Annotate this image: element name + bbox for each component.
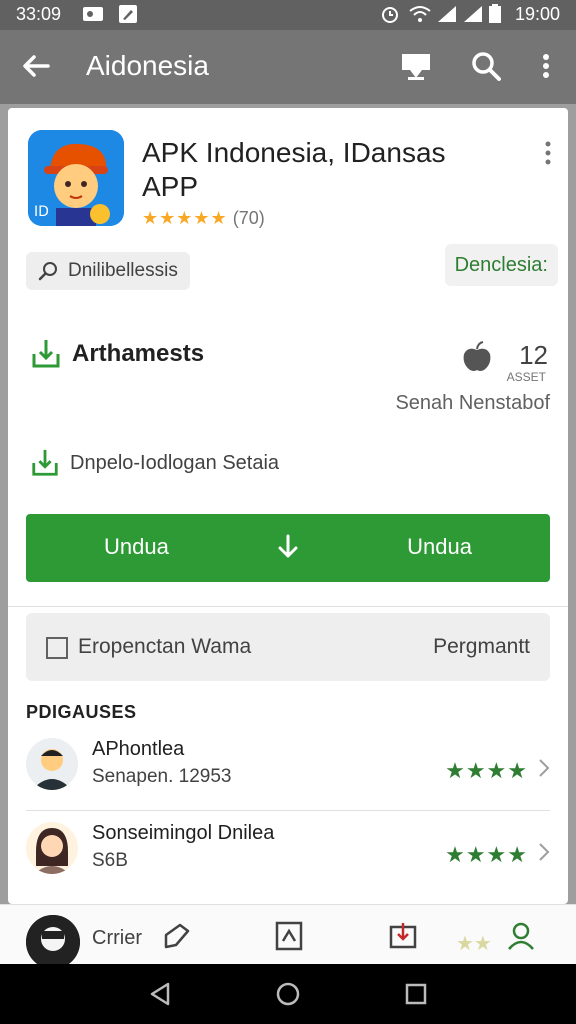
developer-chip-label: Denclesia: — [454, 253, 548, 276]
battery-icon — [488, 4, 502, 29]
download-small-icon — [32, 449, 58, 476]
option-label: Eropenctan Wama — [78, 635, 252, 658]
developer-chip[interactable]: Denclesia: — [444, 244, 558, 286]
app-name: APK Indonesia, IDansas APP — [142, 137, 446, 202]
asset-count: 12 — [519, 340, 548, 370]
rating-row: ★★★★★ (70) — [142, 208, 265, 229]
option-row[interactable]: Eropenctan Wama Pergmantt — [26, 613, 550, 681]
tab-label[interactable]: Crrier — [92, 927, 142, 950]
app-icon[interactable]: ID — [28, 130, 124, 226]
nav-back-icon[interactable] — [146, 980, 174, 1008]
card-overflow-icon[interactable] — [538, 138, 558, 168]
status-bar: 33:09 19:00 — [0, 0, 576, 30]
status-time-left: 33:09 — [16, 4, 62, 24]
download-button-label-left: Undua — [104, 534, 169, 559]
feature-secondary-label: Dnpelo-Iodlogan Setaia — [70, 451, 280, 474]
review-item[interactable]: APhontlea Senapen. 12953 ★★★★ — [8, 730, 568, 814]
search-icon[interactable] — [468, 48, 504, 84]
apple-icon — [460, 340, 494, 374]
rating-count: (70) — [232, 208, 265, 228]
option-checkbox[interactable] — [46, 637, 68, 659]
signal-icon-2 — [462, 4, 484, 29]
feature-primary-label: Arthamests — [72, 340, 205, 367]
share-icon[interactable] — [160, 919, 194, 953]
review-subtitle: S6B — [92, 850, 128, 871]
divider — [8, 606, 568, 607]
secondary-info: Senah Nenstabof — [395, 392, 550, 414]
search-small-icon — [38, 262, 57, 281]
review-item[interactable]: Sonseimingol Dnilea S6B ★★★★ — [8, 814, 568, 898]
edit-icon — [118, 4, 138, 29]
cast-icon[interactable] — [398, 48, 434, 84]
app-detail-card: ID APK Indonesia, IDansas APP ★★★★★ (70)… — [8, 108, 568, 904]
section-title: PDIGAUSES — [26, 702, 137, 722]
svg-text:ID: ID — [34, 204, 49, 220]
chevron-right-icon[interactable] — [538, 842, 550, 862]
download-button-label-right: Undua — [407, 534, 472, 559]
app-bar: Aidonesia — [0, 30, 576, 104]
profile-avatar[interactable] — [26, 915, 80, 969]
alarm-icon — [380, 4, 400, 29]
download-arrow-icon — [272, 532, 304, 564]
updates-icon[interactable] — [386, 919, 420, 953]
rating-stars: ★★★★★ — [142, 208, 228, 228]
status-time-right: 19:00 — [514, 4, 560, 24]
back-arrow-icon[interactable] — [18, 48, 54, 84]
category-chip[interactable]: Dnilibellessis — [26, 252, 190, 290]
bottom-tab-bar: Crrier ★★ — [0, 904, 576, 969]
review-subtitle: Senapen. 12953 — [92, 766, 232, 787]
page-title: Aidonesia — [86, 50, 209, 81]
category-chip-label: Dnilibellessis — [68, 260, 178, 281]
review-name: APhontlea — [92, 738, 185, 760]
wifi-icon — [408, 4, 432, 29]
review-divider — [26, 810, 550, 811]
asset-count-label: ASSET — [506, 370, 546, 384]
overflow-menu-icon[interactable] — [528, 48, 564, 84]
review-stars: ★★★★ — [445, 758, 528, 783]
account-icon[interactable] — [504, 919, 538, 953]
option-right-label: Pergmantt — [433, 635, 530, 658]
avatar — [26, 738, 78, 790]
system-nav-bar — [0, 964, 576, 1024]
library-icon[interactable] — [272, 919, 306, 953]
message-icon — [82, 4, 104, 29]
chevron-right-icon[interactable] — [538, 758, 550, 778]
install-icon — [32, 340, 60, 368]
tab-stars: ★★ — [456, 933, 492, 955]
review-name: Sonseimingol Dnilea — [92, 822, 275, 844]
review-stars: ★★★★ — [445, 842, 528, 867]
nav-recents-icon[interactable] — [402, 980, 430, 1008]
feature-row-secondary[interactable]: Dnpelo-Iodlogan Setaia — [30, 448, 279, 478]
avatar — [26, 822, 78, 874]
download-button[interactable]: Undua Undua — [26, 514, 550, 582]
feature-row-primary[interactable]: Arthamests — [30, 338, 204, 370]
signal-icon-1 — [436, 4, 458, 29]
nav-home-icon[interactable] — [274, 980, 302, 1008]
